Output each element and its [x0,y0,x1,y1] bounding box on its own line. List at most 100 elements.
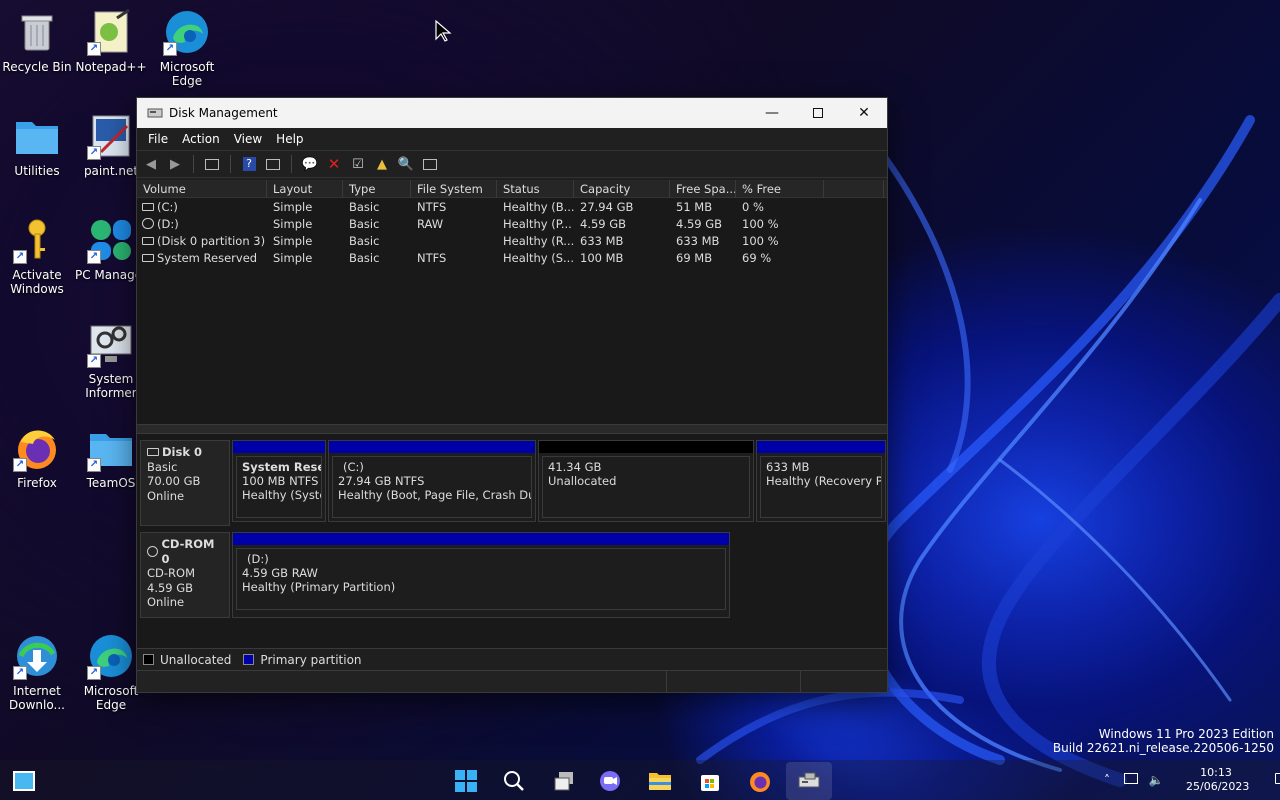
windows-logo-icon [455,770,477,792]
start-button[interactable] [448,766,484,796]
toolbar: ◀ ▶ ? 💬 ✕ ☑ ▲ 🔍 [137,150,887,178]
edge-icon: ↗ [163,8,211,56]
cdrom-0-info[interactable]: CD-ROM 0 CD-ROM 4.59 GB Online [140,532,230,618]
toolbar-separator [230,155,231,173]
recycle-bin-icon [13,8,61,56]
widgets-button[interactable] [6,766,42,796]
show-hide-console-button[interactable] [202,154,222,174]
disk-management-icon [798,772,820,788]
back-button[interactable]: ◀ [141,154,161,174]
file-explorer-button[interactable] [642,766,678,796]
idm-icon: ↗ [13,632,61,680]
menu-help[interactable]: Help [269,132,310,146]
notification-icon [1274,773,1280,784]
col-layout[interactable]: Layout [267,179,343,198]
disk-graphical-view: Disk 0 Basic 70.00 GB Online System Rese… [137,434,887,648]
system-informer-icon: ↗ [87,320,135,368]
disk-management-taskbar-button[interactable] [786,762,832,800]
desktop-icon-edge-top[interactable]: ↗ Microsoft Edge [150,8,224,88]
notepadpp-icon: ↗ [87,8,135,56]
properties-icon [266,158,280,170]
window-titlebar[interactable]: Disk Management — ✕ [137,98,887,128]
close-button[interactable]: ✕ [841,98,887,128]
partition-system-reserved[interactable]: System Reserve 100 MB NTFS Healthy (Syst… [232,440,326,522]
table-row[interactable]: (D:) Simple Basic RAW Healthy (P... 4.59… [137,215,887,232]
show-hidden-icons-button[interactable]: ˄ [1096,773,1118,787]
partition-c[interactable]: (C:) 27.94 GB NTFS Healthy (Boot, Page F… [328,440,536,522]
file-explorer-icon [649,773,671,790]
partition-recovery[interactable]: 633 MB Healthy (Recovery Part [756,440,886,522]
minimize-icon: — [765,105,779,121]
help-icon: ? [242,157,256,171]
chat-icon: 💬 [301,156,319,172]
minimize-button[interactable]: — [749,98,795,128]
col-free-space[interactable]: Free Spa... [670,179,736,198]
disk-0-info[interactable]: Disk 0 Basic 70.00 GB Online [140,440,230,526]
windows-edition-watermark: Windows 11 Pro 2023 Edition Build 22621.… [1052,727,1274,755]
desktop-icon-activate-windows[interactable]: ↗ Activate Windows [0,216,74,296]
system-tray: ˄ 🔈 10:13 25/06/2023 [1096,760,1280,800]
notifications-button[interactable] [1266,773,1280,787]
network-button[interactable] [1118,773,1144,787]
table-row[interactable]: (Disk 0 partition 3) Simple Basic Health… [137,232,887,249]
store-icon [701,775,719,791]
shortcut-arrow-icon: ↗ [87,42,101,56]
col-status[interactable]: Status [497,179,574,198]
menu-view[interactable]: View [227,132,269,146]
settings-button[interactable] [420,154,440,174]
maximize-button[interactable] [795,98,841,128]
search-button[interactable]: 🔍 [396,154,416,174]
partition-d[interactable]: (D:) 4.59 GB RAW Healthy (Primary Partit… [232,532,730,618]
close-icon: ✕ [858,105,870,121]
volume-muted-icon: 🔈 [1148,773,1164,787]
col-type[interactable]: Type [343,179,411,198]
desktop-icon-recycle-bin[interactable]: Recycle Bin [0,8,74,74]
desktop-icon-notepadpp[interactable]: ↗ Notepad++ [74,8,148,74]
table-row[interactable]: System Reserved Simple Basic NTFS Health… [137,249,887,266]
delete-button[interactable]: ✕ [324,154,344,174]
forward-button[interactable]: ▶ [165,154,185,174]
connect-button[interactable]: 💬 [300,154,320,174]
clock[interactable]: 10:13 25/06/2023 [1186,766,1249,794]
unallocated-swatch [143,654,154,665]
folder-icon: ↗ [87,424,135,472]
taskbar: ˄ 🔈 10:13 25/06/2023 [0,760,1280,800]
desktop-icon-firefox[interactable]: ↗ Firefox [0,424,74,490]
shortcut-arrow-icon: ↗ [87,146,101,160]
col-percent-free[interactable]: % Free [736,179,824,198]
properties-button[interactable] [263,154,283,174]
teams-chat-button[interactable] [592,766,628,796]
menu-action[interactable]: Action [175,132,227,146]
desktop-icon-utilities[interactable]: Utilities [0,112,74,178]
microsoft-store-button[interactable] [692,766,728,796]
col-capacity[interactable]: Capacity [574,179,670,198]
check-button[interactable]: ☑ [348,154,368,174]
help-button[interactable]: ? [239,154,259,174]
pane-splitter[interactable] [137,424,887,434]
status-pane-1 [137,671,667,692]
shortcut-arrow-icon: ↗ [87,666,101,680]
firefox-taskbar-button[interactable] [742,766,778,796]
volume-button[interactable]: 🔈 [1144,773,1168,787]
drive-icon [142,253,154,262]
disk-management-window[interactable]: Disk Management — ✕ File Action View Hel… [136,97,888,693]
task-view-button[interactable] [546,766,582,796]
clock-time: 10:13 [1200,766,1232,779]
refresh-button[interactable]: ▲ [372,154,392,174]
toolbar-separator [193,155,194,173]
col-file-system[interactable]: File System [411,179,497,198]
table-row[interactable]: (C:) Simple Basic NTFS Healthy (B... 27.… [137,198,887,215]
folder-search-icon: 🔍 [397,156,415,172]
col-volume[interactable]: Volume [137,179,267,198]
arrow-left-icon: ◀ [146,156,156,172]
search-button[interactable] [496,766,532,796]
console-tree-icon [205,158,219,170]
search-icon [504,771,524,791]
menu-file[interactable]: File [141,132,175,146]
drive-icon [142,202,154,211]
volume-list[interactable]: Volume Layout Type File System Status Ca… [137,179,887,424]
firefox-icon: ↗ [13,424,61,472]
desktop-icon-internet-download-manager[interactable]: ↗ Internet Downlo... [0,632,74,712]
legend-unallocated: Unallocated [160,652,232,667]
partition-unallocated[interactable]: 41.34 GB Unallocated [538,440,754,522]
